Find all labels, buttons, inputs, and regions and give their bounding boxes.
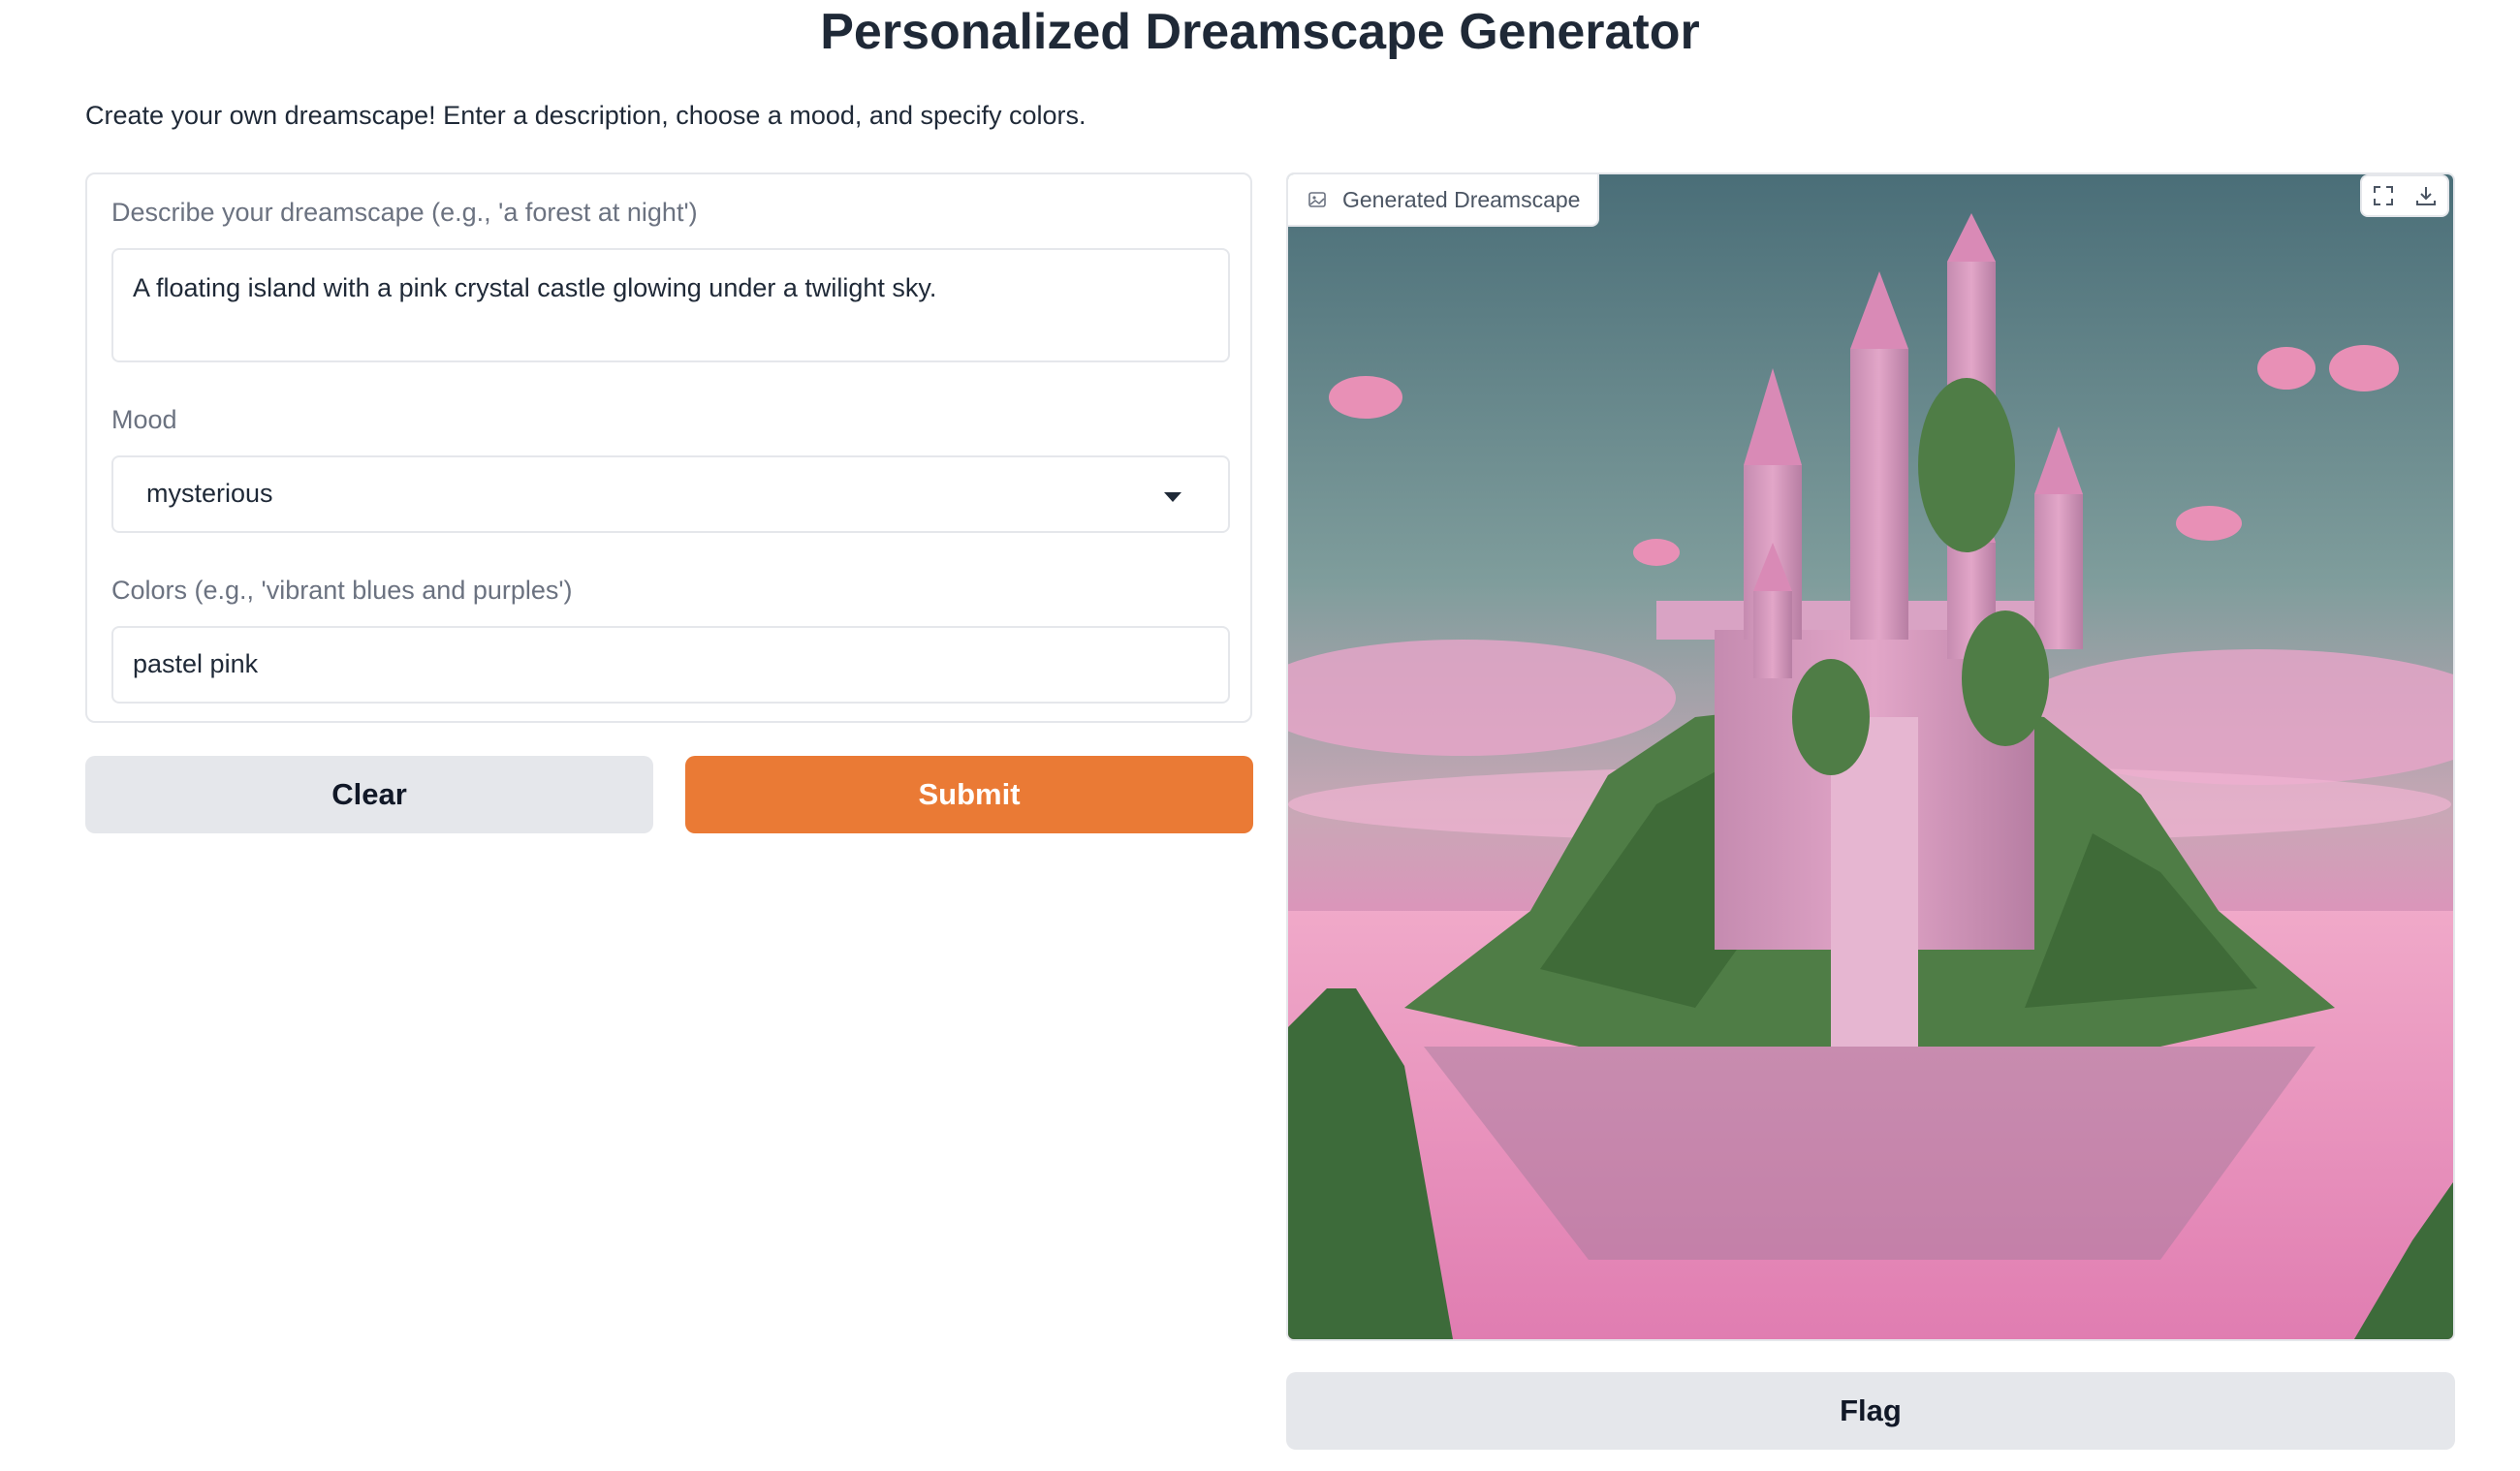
- download-icon[interactable]: [2405, 176, 2447, 215]
- submit-button[interactable]: Submit: [685, 756, 1253, 833]
- dropdown-arrow-icon[interactable]: [1164, 492, 1181, 502]
- colors-value: pastel pink: [133, 649, 259, 678]
- image-output-label: Generated Dreamscape: [1288, 174, 1600, 227]
- generated-dreamscape-image: [1288, 174, 2453, 1339]
- flag-button[interactable]: Flag: [1286, 1372, 2455, 1450]
- image-output-label-text: Generated Dreamscape: [1342, 186, 1581, 212]
- input-panel: Describe your dreamscape (e.g., 'a fores…: [85, 172, 1252, 723]
- colors-input[interactable]: pastel pink: [111, 626, 1230, 704]
- page-title: Personalized Dreamscape Generator: [820, 4, 1700, 60]
- colors-label: Colors (e.g., 'vibrant blues and purples…: [111, 576, 573, 605]
- page-description: Create your own dreamscape! Enter a desc…: [85, 101, 1087, 130]
- clear-button[interactable]: Clear: [85, 756, 653, 833]
- fullscreen-icon[interactable]: [2362, 176, 2405, 215]
- mood-label: Mood: [111, 405, 177, 434]
- description-label: Describe your dreamscape (e.g., 'a fores…: [111, 198, 698, 227]
- mood-dropdown[interactable]: mysterious: [111, 455, 1230, 533]
- description-textarea[interactable]: A floating island with a pink crystal ca…: [111, 248, 1230, 362]
- mood-selected-value: mysterious: [146, 479, 273, 508]
- generated-image-panel: Generated Dreamscape: [1286, 172, 2455, 1341]
- description-value: A floating island with a pink crystal ca…: [133, 273, 937, 302]
- image-toolbar: [2360, 174, 2449, 217]
- image-icon: [1308, 192, 1326, 207]
